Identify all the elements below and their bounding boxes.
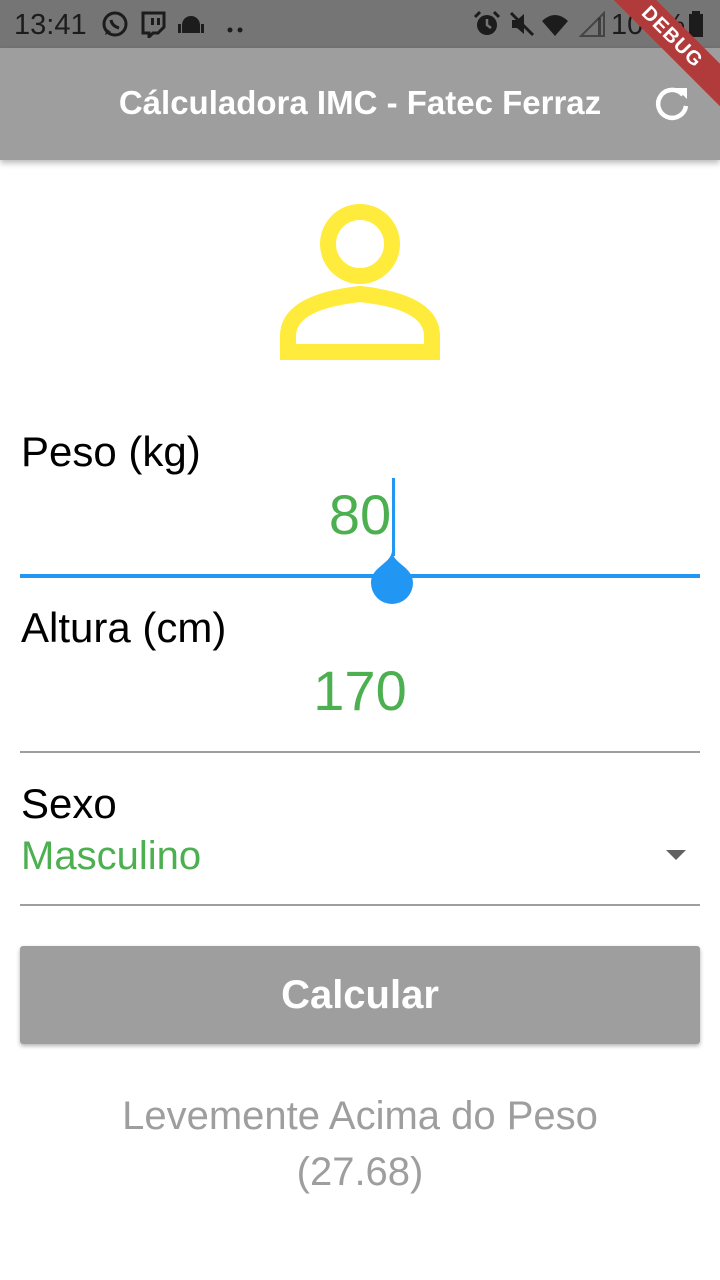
mute-icon	[509, 11, 535, 37]
refresh-icon[interactable]	[652, 84, 692, 124]
status-time: 13:41	[14, 9, 87, 41]
alarm-icon	[473, 10, 501, 35]
height-input-underline	[20, 751, 700, 753]
calculate-button[interactable]: Calcular	[20, 946, 700, 1044]
result-category: Levemente Acima do Peso	[122, 1094, 598, 1138]
sex-label: Sexo	[21, 780, 117, 827]
result-value: (27.68)	[296, 1150, 424, 1194]
dropdown-arrow-icon[interactable]	[666, 850, 686, 860]
weight-input[interactable]: 80	[0, 482, 720, 547]
app-bar: Cálculadora IMC - Fatec Ferraz	[0, 48, 720, 160]
sex-dropdown-underline	[20, 904, 700, 906]
result-text: Levemente Acima do Peso (27.68)	[0, 1088, 720, 1200]
wifi-icon	[542, 15, 568, 36]
whatsapp-icon	[102, 11, 128, 37]
weight-input-underline	[20, 574, 700, 578]
app-title: Cálculadora IMC - Fatec Ferraz	[118, 84, 602, 121]
weight-label: Peso (kg)	[21, 428, 201, 475]
person-icon	[280, 204, 440, 360]
more-icon	[227, 27, 243, 33]
twitch-icon	[141, 11, 166, 38]
height-input[interactable]: 170	[0, 658, 720, 723]
text-cursor	[392, 478, 395, 556]
android-icon	[178, 16, 204, 33]
signal-icon	[578, 10, 605, 37]
sex-dropdown[interactable]: Masculino	[21, 834, 201, 879]
height-label: Altura (cm)	[21, 604, 227, 651]
selection-handle[interactable]	[369, 550, 415, 606]
status-bar: 13:41 100%	[0, 0, 720, 48]
